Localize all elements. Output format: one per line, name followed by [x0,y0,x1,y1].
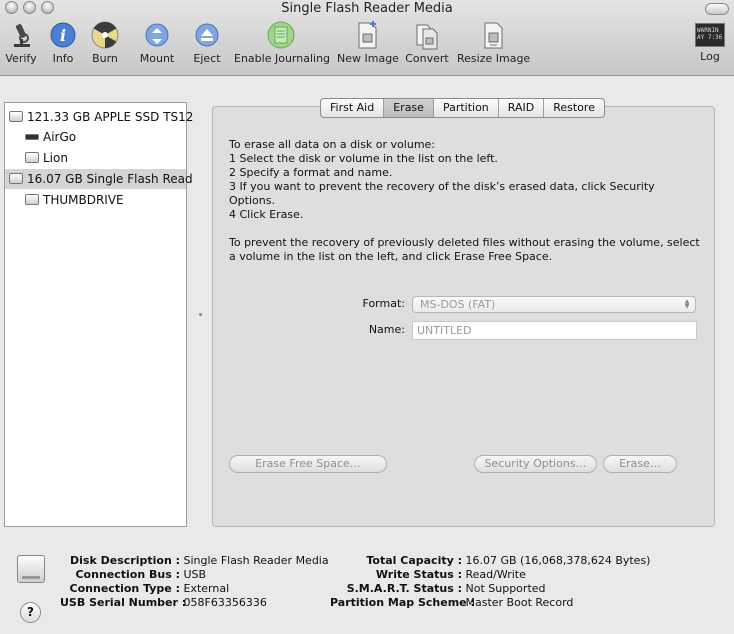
name-label: Name: [368,323,405,336]
verify-button[interactable]: Verify [4,20,38,72]
connection-type-value: External [183,582,230,595]
microscope-icon [14,24,30,47]
connection-type-row: Connection Type : External [60,582,329,596]
format-label: Format: [362,297,405,310]
svg-text:i: i [60,26,66,45]
volume-icon [25,133,39,140]
log-button[interactable]: WARNIN AY 7:36 Log [694,20,726,72]
convert-button[interactable]: Convert [405,20,449,72]
disk-item-single-flash-reader[interactable]: 16.07 GB Single Flash Read [5,169,193,189]
disk-item-label: 121.33 GB APPLE SSD TS12 [27,110,194,124]
erase-button[interactable]: Erase… [603,455,677,473]
format-select[interactable]: MS-DOS (FAT) ▲ ▼ [412,296,696,313]
total-capacity-label: Total Capacity : [366,554,462,567]
log-icon-text-1: WARNIN [697,27,719,34]
resize-image-icon [484,22,503,49]
partition-scheme-label: Partition Map Scheme : [330,596,475,609]
volume-item-label: THUMBDRIVE [43,193,124,207]
selected-disk-icon [17,555,45,583]
smart-status-row: S.M.A.R.T. Status : Not Supported [330,582,650,596]
enable-journaling-label: Enable Journaling [234,52,331,65]
disk-list[interactable]: 121.33 GB APPLE SSD TS12 AirGo Lion 16.0… [4,102,193,527]
journaling-icon [267,21,295,49]
split-view-handle[interactable] [199,313,202,316]
volume-item-label: Lion [43,151,68,165]
partition-scheme-value: Master Boot Record [465,596,574,609]
format-select-value: MS-DOS (FAT) [420,298,496,311]
resize-image-button[interactable]: Resize Image [457,20,531,72]
volume-item-lion[interactable]: Lion [25,148,186,168]
mount-button[interactable]: Mount [139,20,175,72]
verify-label: Verify [5,52,37,65]
disk-item-apple-ssd[interactable]: 121.33 GB APPLE SSD TS12 [9,107,193,127]
write-status-label: Write Status : [375,568,462,581]
info-label: Info [52,52,74,65]
info-button[interactable]: i Info [48,20,78,72]
volume-icon [25,194,39,205]
convert-label: Convert [405,52,449,65]
internal-disk-icon [9,111,23,122]
name-field[interactable]: UNTITLED [412,321,697,340]
new-image-icon [358,21,377,49]
tab-raid[interactable]: RAID [499,99,545,117]
usb-serial-value: 058F63356336 [183,596,267,609]
erase-instructions: To erase all data on a disk or volume: 1… [229,138,700,263]
write-status-value: Read/Write [465,568,526,581]
burn-button[interactable]: Burn [90,20,120,72]
volume-item-thumbdrive[interactable]: THUMBDRIVE [25,190,186,210]
enable-journaling-button[interactable]: Enable Journaling [234,20,331,72]
partition-scheme-row: Partition Map Scheme : Master Boot Recor… [330,596,650,610]
external-disk-icon [9,173,23,184]
usb-serial-row: USB Serial Number : 058F63356336 [60,596,329,610]
connection-bus-label: Connection Bus : [75,568,180,581]
connection-type-label: Connection Type : [69,582,180,595]
eject-icon [195,23,219,47]
window-toolbar: Single Flash Reader Media Verify i Info … [0,0,734,76]
smart-status-label: S.M.A.R.T. Status : [346,582,462,595]
eject-button[interactable]: Eject [192,20,222,72]
mount-icon [145,23,169,47]
disk-description-value: Single Flash Reader Media [183,554,329,567]
chevron-updown-icon: ▲ ▼ [684,298,690,310]
log-icon-text-2: AY 7:36 [697,34,723,41]
tab-bar: First Aid Erase Partition RAID Restore [320,98,605,118]
disk-item-label: 16.07 GB Single Flash Read [27,172,193,186]
disk-description-row: Disk Description : Single Flash Reader M… [60,554,329,568]
convert-icon [416,24,438,50]
disk-info-left: Disk Description : Single Flash Reader M… [60,554,329,610]
window-title: Single Flash Reader Media [281,1,453,16]
burn-label: Burn [92,52,118,65]
erase-free-space-button[interactable]: Erase Free Space… [229,455,387,473]
tab-first-aid[interactable]: First Aid [321,99,385,117]
new-image-button[interactable]: New Image [337,20,399,72]
total-capacity-row: Total Capacity : 16.07 GB (16,068,378,62… [330,554,650,568]
info-icon: i [50,22,76,48]
tab-partition[interactable]: Partition [434,99,499,117]
total-capacity-value: 16.07 GB (16,068,378,624 Bytes) [465,554,651,567]
console-log-icon: WARNIN AY 7:36 [695,23,725,47]
help-button[interactable]: ? [20,602,41,623]
mount-label: Mount [139,52,175,65]
resize-image-label: Resize Image [457,52,531,65]
toolbar-toggle-button[interactable] [705,3,729,15]
connection-bus-row: Connection Bus : USB [60,568,329,582]
smart-status-value: Not Supported [465,582,546,595]
log-label: Log [700,50,720,63]
tab-erase[interactable]: Erase [384,99,434,117]
volume-icon [25,152,39,163]
volume-item-airgo[interactable]: AirGo [25,127,186,147]
burn-icon [91,21,119,49]
tab-restore[interactable]: Restore [544,99,604,117]
new-image-label: New Image [337,52,399,65]
eject-label: Eject [193,52,221,65]
volume-item-label: AirGo [43,130,77,144]
disk-description-label: Disk Description : [70,554,180,567]
security-options-button[interactable]: Security Options… [474,455,597,473]
connection-bus-value: USB [183,568,207,581]
usb-serial-label: USB Serial Number : [60,596,187,609]
disk-info-right: Total Capacity : 16.07 GB (16,068,378,62… [330,554,650,610]
write-status-row: Write Status : Read/Write [330,568,650,582]
